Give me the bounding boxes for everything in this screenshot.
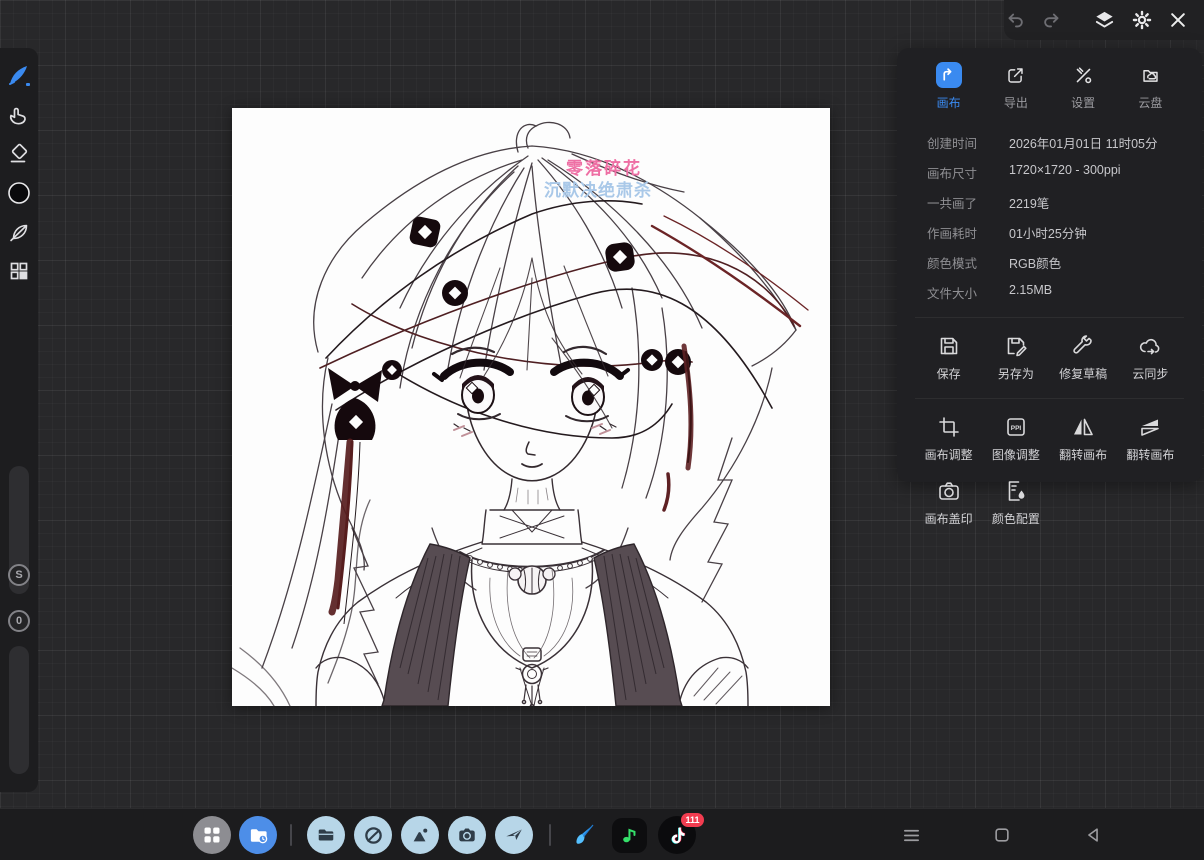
crop-icon [938, 417, 959, 437]
panel-divider-2 [915, 398, 1184, 399]
undo-icon[interactable] [1004, 8, 1026, 32]
flip-canvas-v-button[interactable]: 翻转画布 [1117, 409, 1184, 469]
layers-icon[interactable] [1093, 8, 1116, 32]
canvas-tab-icon [935, 62, 962, 88]
douyin-app-icon[interactable]: 111 [658, 813, 704, 854]
eraser-tool-icon[interactable] [5, 140, 33, 168]
settings-tab-icon [1070, 62, 1096, 88]
drawing-app-screen: { "colors": { "accent_blue": "#3a8af0", … [0, 0, 1204, 860]
panel-divider [915, 317, 1184, 318]
info-row-filesize: 文件大小 2.15MB [927, 282, 1053, 301]
image-adjust-button[interactable]: PPI 图像调整 [982, 409, 1049, 469]
camera-app-icon[interactable] [448, 816, 486, 854]
size-slider-handle[interactable]: S [8, 564, 30, 586]
info-row-created: 创建时间 2026年01月01日 11时05分 [927, 136, 1158, 151]
recent-files-folder-icon[interactable] [239, 816, 277, 854]
tool-sliders: S 0 [8, 466, 30, 774]
svg-text:PPI: PPI [1011, 425, 1022, 432]
back-triangle-nav-icon[interactable] [1079, 821, 1107, 849]
canvas-info-panel: 画布 导出 设置 云盘 创建时间 2026年01月01日 11时05分 画布尺寸 1… [897, 48, 1202, 526]
canvas-adjust-button[interactable]: 画布调整 [915, 409, 982, 469]
cloud-sync-button[interactable]: 云同步 [1117, 328, 1184, 388]
panel-tabs: 画布 导出 设置 云盘 [915, 62, 1184, 111]
save-as-button[interactable]: 另存为 [982, 328, 1049, 388]
brush-tool-icon[interactable] [5, 62, 33, 90]
flip-canvas-icon [1141, 419, 1160, 436]
close-icon[interactable] [1168, 8, 1188, 32]
tab-canvas[interactable]: 画布 [915, 62, 982, 111]
actions-row-1: 保存 另存为 修复草稿 云同步 [915, 328, 1184, 388]
dock-divider-2 [549, 824, 551, 846]
notification-badge: 111 [680, 813, 704, 827]
tab-settings[interactable]: 设置 [1050, 62, 1117, 111]
flip-canvas-h-button[interactable]: 翻转画布 [1050, 409, 1117, 469]
info-row-colormode: 颜色模式 RGB颜色 [927, 256, 1062, 271]
color-swatch-icon[interactable] [5, 179, 33, 207]
floppy-edit-icon [1007, 337, 1027, 357]
music-app-icon[interactable] [610, 816, 648, 854]
cloud-disk-tab-icon [1137, 62, 1163, 88]
brush-size-slider[interactable]: S [8, 466, 30, 594]
export-tab-icon [1003, 62, 1029, 88]
home-square-nav-icon[interactable] [988, 821, 1016, 849]
actions-row-2: 画布调整 PPI 图像调整 翻转画布 翻转画布 [915, 409, 1184, 469]
cloud-sync-icon [1140, 338, 1160, 355]
torso-lines [315, 478, 749, 706]
repair-draft-button[interactable]: 修复草稿 [1050, 328, 1117, 388]
top-toolbar [1004, 0, 1204, 40]
tab-settings-label: 设置 [1071, 96, 1096, 110]
settings-gear-icon[interactable] [1131, 8, 1153, 32]
tab-canvas-label: 画布 [936, 96, 961, 110]
wrench-icon [1073, 335, 1092, 354]
materials-grid-icon[interactable] [5, 257, 33, 285]
tab-cloud-label: 云盘 [1138, 96, 1163, 110]
paint-app-icon[interactable] [564, 816, 602, 854]
mail-app-icon[interactable] [495, 816, 533, 854]
opacity-slider-handle[interactable]: 0 [8, 610, 30, 632]
artwork-sketch: 零落碎花 沉默决绝肃杀 [232, 121, 809, 706]
info-row-time: 作画耗时 01小时25分钟 [927, 226, 1087, 241]
canvas-stamp-button[interactable]: 画布盖印 [915, 473, 982, 533]
info-row-size: 画布尺寸 1720×1720 - 300ppi [927, 162, 1121, 181]
camera-icon [938, 482, 959, 500]
color-profile-icon [1008, 481, 1025, 501]
left-toolbar: S 0 [0, 48, 38, 792]
flip-horizontal-icon [1074, 418, 1093, 436]
hair-lines [232, 121, 797, 706]
floppy-icon [940, 337, 957, 355]
info-row-strokes: 一共画了 2219笔 [927, 196, 1050, 211]
canvas-info-list: 创建时间 2026年01月01日 11时05分 画布尺寸 1720×1720 - 3… [915, 127, 1184, 307]
taskbar: 111 [0, 808, 1204, 860]
drawing-canvas[interactable]: 零落碎花 沉默决绝肃杀 [232, 108, 830, 706]
files-app-icon[interactable] [307, 816, 345, 854]
tab-export-label: 导出 [1003, 96, 1028, 110]
color-config-button[interactable]: 颜色配置 [982, 473, 1049, 533]
tab-cloud[interactable]: 云盘 [1117, 62, 1184, 111]
actions-row-3: 画布盖印 颜色配置 [915, 473, 1184, 533]
gallery-app-icon[interactable] [401, 816, 439, 854]
app-drawer-icon[interactable] [193, 816, 231, 854]
menu-nav-icon[interactable] [897, 821, 925, 849]
ppi-box-icon: PPI [1007, 418, 1025, 436]
tab-export[interactable]: 导出 [982, 62, 1049, 111]
leaf-brush-tool-icon[interactable] [5, 218, 33, 246]
redo-icon[interactable] [1041, 8, 1063, 32]
browser-app-icon[interactable] [354, 816, 392, 854]
smudge-tool-icon[interactable] [5, 101, 33, 129]
dock-divider [290, 824, 292, 846]
watermark-line2: 沉默决绝肃杀 [544, 180, 652, 200]
opacity-slider[interactable] [9, 646, 29, 774]
save-button[interactable]: 保存 [915, 328, 982, 388]
watermark-line1: 零落碎花 [565, 158, 642, 178]
